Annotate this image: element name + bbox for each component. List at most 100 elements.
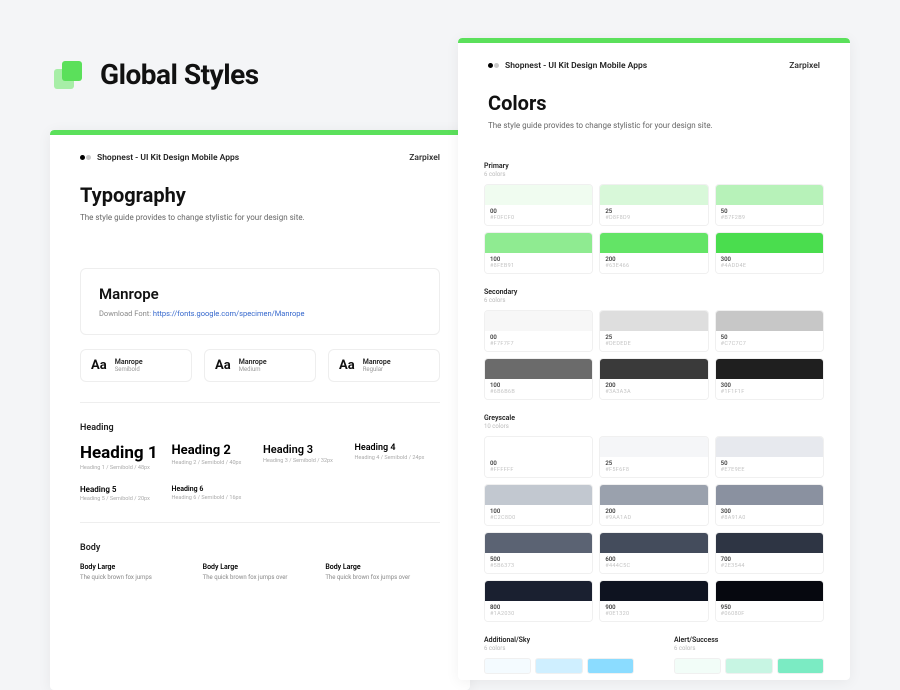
- swatch-color: [600, 437, 707, 457]
- font-weight-card: Aa Manrope Medium: [204, 349, 316, 382]
- swatch-hex: #2E3544: [721, 563, 818, 569]
- mini-swatch: [587, 658, 634, 674]
- color-swatch: 200 #9AA1AD: [599, 484, 708, 526]
- mini-palette-section: Additional/Sky 6 colors: [484, 636, 634, 674]
- heading-sample-meta: Heading 2 / Semibold / 40px: [172, 460, 258, 466]
- swatch-color: [600, 533, 707, 553]
- swatch-color: [485, 485, 592, 505]
- swatch-color: [600, 485, 707, 505]
- swatch-color: [485, 233, 592, 253]
- swatch-color: [485, 359, 592, 379]
- swatch-number: 950: [721, 604, 818, 611]
- body-sample-text: The quick brown fox jumps over: [325, 574, 440, 581]
- color-swatch: 50 #E7E9EE: [715, 436, 824, 478]
- swatch-number: 50: [721, 334, 818, 341]
- color-swatch: 25 #DEDEDE: [599, 310, 708, 352]
- palette-label: Greyscale: [484, 414, 824, 422]
- body-sample-text: The quick brown fox jumps over: [203, 574, 318, 581]
- palette-section: Primary 6 colors 00 #F0FCF0 25 #D8F8D9: [484, 162, 824, 274]
- body-section-label: Body: [80, 543, 440, 553]
- palette-section: Greyscale 10 colors 00 #FFFFFF 25 #F5F6F…: [484, 414, 824, 622]
- swatch-hex: #B7F2B9: [721, 215, 818, 221]
- typography-title: Typography: [50, 177, 470, 213]
- body-grid: Body Large The quick brown fox jumps Bod…: [80, 563, 440, 581]
- color-swatch: 300 #1F1F1F: [715, 358, 824, 400]
- swatch-hex: #1F1F1F: [721, 389, 818, 395]
- color-swatch: 00 #FFFFFF: [484, 436, 593, 478]
- brand-dots-icon: [80, 155, 91, 161]
- colors-title: Colors: [458, 85, 850, 121]
- mini-swatch: [725, 658, 772, 674]
- heading-sample-text: Heading 3: [263, 443, 349, 456]
- swatch-number: 00: [490, 208, 587, 215]
- font-weight-name: Manrope: [239, 358, 267, 366]
- divider: [80, 402, 440, 403]
- body-sample: Body Large The quick brown fox jumps: [80, 563, 195, 581]
- palette-section: Secondary 6 colors 00 #F7F7F7 25 #DEDEDE: [484, 288, 824, 400]
- color-swatch: 50 #C7C7C7: [715, 310, 824, 352]
- heading-sample-text: Heading 2: [172, 443, 258, 458]
- mini-palettes: Additional/Sky 6 colors Alert/Success 6 …: [484, 636, 824, 674]
- font-download-link[interactable]: https://fonts.google.com/specimen/Manrop…: [153, 309, 305, 318]
- swatch-number: 100: [490, 256, 587, 263]
- heading-sample: Heading 3 Heading 3 / Semibold / 32px: [263, 443, 349, 471]
- divider: [80, 522, 440, 523]
- swatch-color: [600, 311, 707, 331]
- swatch-hex: #1A2030: [490, 611, 587, 617]
- font-weight-variant: Regular: [363, 366, 391, 373]
- palette-label: Alert/Success: [674, 636, 824, 644]
- body-sample-label: Body Large: [203, 563, 318, 571]
- swatch-number: 800: [490, 604, 587, 611]
- palette-count: 6 colors: [484, 171, 824, 178]
- swatch-number: 300: [721, 382, 818, 389]
- mini-swatch: [484, 658, 531, 674]
- heading-sample: Heading 1 Heading 1 / Semibold / 48px: [80, 443, 166, 471]
- swatch-hex: #8FEB91: [490, 263, 587, 269]
- font-block: Manrope Download Font: https://fonts.goo…: [80, 268, 440, 335]
- author-label: Zarpixel: [409, 153, 440, 163]
- heading-sample: Heading 6 Heading 6 / Semibold / 16px: [172, 485, 258, 502]
- swatch-number: 100: [490, 382, 587, 389]
- swatch-color: [716, 485, 823, 505]
- brand-label: Shopnest - UI Kit Design Mobile Apps: [488, 61, 647, 71]
- swatch-hex: #444C5C: [605, 563, 702, 569]
- swatch-hex: #8A91A0: [721, 515, 818, 521]
- color-swatch: 500 #5B6373: [484, 532, 593, 574]
- palette-count: 6 colors: [484, 645, 634, 652]
- swatch-color: [485, 437, 592, 457]
- swatch-color: [485, 311, 592, 331]
- color-swatch: 700 #2E3544: [715, 532, 824, 574]
- color-swatch: 950 #06080F: [715, 580, 824, 622]
- swatch-hex: #4ADD4E: [721, 263, 818, 269]
- swatch-row: 00 #FFFFFF 25 #F5F6F8 50 #E7E9EE: [484, 436, 824, 478]
- swatch-color: [716, 359, 823, 379]
- brand-text: Shopnest - UI Kit Design Mobile Apps: [505, 61, 647, 71]
- font-weight-variant: Semibold: [115, 366, 143, 373]
- swatch-color: [716, 581, 823, 601]
- swatch-hex: #5B6373: [490, 563, 587, 569]
- font-download: Download Font: https://fonts.google.com/…: [99, 309, 421, 318]
- color-swatch: 300 #8A91A0: [715, 484, 824, 526]
- heading-sample-text: Heading 4: [355, 443, 441, 453]
- swatch-number: 00: [490, 460, 587, 467]
- color-swatch: 50 #B7F2B9: [715, 184, 824, 226]
- palette-label: Secondary: [484, 288, 824, 296]
- swatch-number: 00: [490, 334, 587, 341]
- aa-sample: Aa: [215, 358, 231, 373]
- heading-sample-meta: Heading 3 / Semibold / 32px: [263, 458, 349, 464]
- page-title: Global Styles: [100, 58, 259, 91]
- palette-count: 10 colors: [484, 423, 824, 430]
- swatch-number: 50: [721, 208, 818, 215]
- aa-sample: Aa: [339, 358, 355, 373]
- swatch-row: 800 #1A2030 900 #0E1320 950 #06080F: [484, 580, 824, 622]
- heading-sample-meta: Heading 6 / Semibold / 16px: [172, 495, 258, 501]
- swatch-hex: #C2C8D0: [490, 515, 587, 521]
- color-swatch: 300 #4ADD4E: [715, 232, 824, 274]
- swatch-number: 200: [605, 256, 702, 263]
- colors-subtitle: The style guide provides to change styli…: [458, 121, 850, 148]
- palette-count: 6 colors: [674, 645, 824, 652]
- brand-label: Shopnest - UI Kit Design Mobile Apps: [80, 153, 239, 163]
- mini-swatch: [535, 658, 582, 674]
- color-swatch: 100 #C2C8D0: [484, 484, 593, 526]
- body-sample: Body Large The quick brown fox jumps ove…: [203, 563, 318, 581]
